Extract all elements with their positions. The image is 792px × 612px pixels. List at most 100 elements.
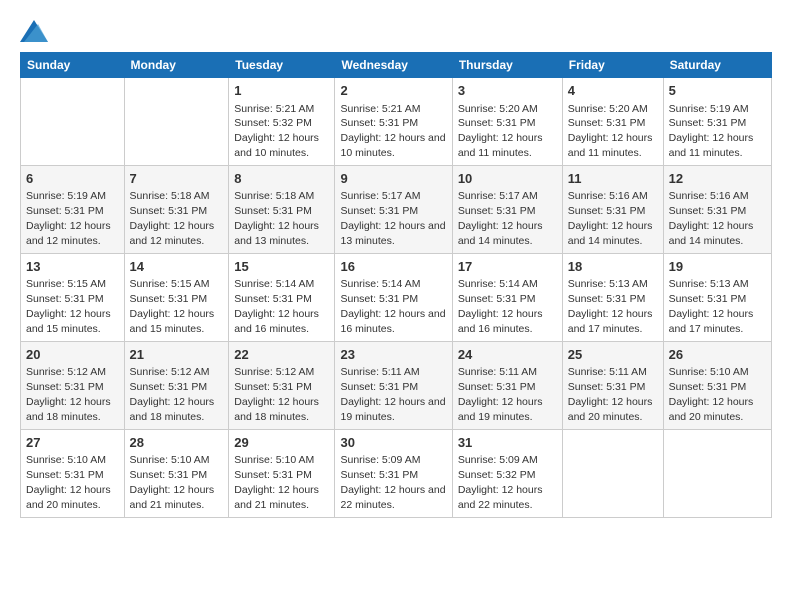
- day-number: 27: [26, 434, 119, 452]
- day-info: Sunrise: 5:21 AMSunset: 5:31 PMDaylight:…: [340, 103, 445, 160]
- calendar-day-cell: 7 Sunrise: 5:18 AMSunset: 5:31 PMDaylight…: [124, 165, 229, 253]
- calendar-day-cell: [21, 78, 125, 166]
- day-number: 17: [458, 258, 557, 276]
- calendar-day-cell: 31 Sunrise: 5:09 AMSunset: 5:32 PMDayligh…: [452, 429, 562, 517]
- day-number: 2: [340, 82, 446, 100]
- calendar-day-cell: [562, 429, 663, 517]
- day-number: 20: [26, 346, 119, 364]
- weekday-header: Thursday: [452, 53, 562, 78]
- day-info: Sunrise: 5:11 AMSunset: 5:31 PMDaylight:…: [458, 366, 543, 423]
- calendar-day-cell: 29 Sunrise: 5:10 AMSunset: 5:31 PMDayligh…: [229, 429, 335, 517]
- day-info: Sunrise: 5:16 AMSunset: 5:31 PMDaylight:…: [669, 190, 754, 247]
- day-number: 18: [568, 258, 658, 276]
- day-info: Sunrise: 5:12 AMSunset: 5:31 PMDaylight:…: [26, 366, 111, 423]
- day-info: Sunrise: 5:13 AMSunset: 5:31 PMDaylight:…: [669, 278, 754, 335]
- day-info: Sunrise: 5:10 AMSunset: 5:31 PMDaylight:…: [234, 454, 319, 511]
- calendar-week-row: 20 Sunrise: 5:12 AMSunset: 5:31 PMDayligh…: [21, 341, 772, 429]
- day-number: 1: [234, 82, 329, 100]
- weekday-header: Friday: [562, 53, 663, 78]
- day-number: 31: [458, 434, 557, 452]
- day-info: Sunrise: 5:21 AMSunset: 5:32 PMDaylight:…: [234, 103, 319, 160]
- day-info: Sunrise: 5:17 AMSunset: 5:31 PMDaylight:…: [340, 190, 445, 247]
- day-number: 12: [669, 170, 766, 188]
- calendar-day-cell: 26Sunrise: 5:10 AMSunset: 5:31 PMDayligh…: [663, 341, 771, 429]
- calendar-day-cell: 22 Sunrise: 5:12 AMSunset: 5:31 PMDayligh…: [229, 341, 335, 429]
- calendar-day-cell: 9 Sunrise: 5:17 AMSunset: 5:31 PMDaylight…: [335, 165, 452, 253]
- day-info: Sunrise: 5:11 AMSunset: 5:31 PMDaylight:…: [340, 366, 445, 423]
- calendar-day-cell: 21 Sunrise: 5:12 AMSunset: 5:31 PMDayligh…: [124, 341, 229, 429]
- day-number: 15: [234, 258, 329, 276]
- day-info: Sunrise: 5:19 AMSunset: 5:31 PMDaylight:…: [669, 103, 754, 160]
- day-info: Sunrise: 5:20 AMSunset: 5:31 PMDaylight:…: [458, 103, 543, 160]
- calendar-day-cell: 30 Sunrise: 5:09 AMSunset: 5:31 PMDayligh…: [335, 429, 452, 517]
- day-number: 6: [26, 170, 119, 188]
- day-info: Sunrise: 5:10 AMSunset: 5:31 PMDaylight:…: [26, 454, 111, 511]
- day-info: Sunrise: 5:14 AMSunset: 5:31 PMDaylight:…: [340, 278, 445, 335]
- day-number: 25: [568, 346, 658, 364]
- calendar-day-cell: 3 Sunrise: 5:20 AMSunset: 5:31 PMDaylight…: [452, 78, 562, 166]
- day-info: Sunrise: 5:19 AMSunset: 5:31 PMDaylight:…: [26, 190, 111, 247]
- day-number: 22: [234, 346, 329, 364]
- calendar-week-row: 13 Sunrise: 5:15 AMSunset: 5:31 PMDayligh…: [21, 253, 772, 341]
- calendar-day-cell: 11 Sunrise: 5:16 AMSunset: 5:31 PMDayligh…: [562, 165, 663, 253]
- weekday-header: Wednesday: [335, 53, 452, 78]
- calendar-day-cell: 18 Sunrise: 5:13 AMSunset: 5:31 PMDayligh…: [562, 253, 663, 341]
- day-info: Sunrise: 5:14 AMSunset: 5:31 PMDaylight:…: [234, 278, 319, 335]
- calendar-day-cell: 16 Sunrise: 5:14 AMSunset: 5:31 PMDayligh…: [335, 253, 452, 341]
- day-number: 30: [340, 434, 446, 452]
- calendar-week-row: 1 Sunrise: 5:21 AMSunset: 5:32 PMDaylight…: [21, 78, 772, 166]
- day-number: 29: [234, 434, 329, 452]
- day-info: Sunrise: 5:11 AMSunset: 5:31 PMDaylight:…: [568, 366, 653, 423]
- calendar-day-cell: 1 Sunrise: 5:21 AMSunset: 5:32 PMDaylight…: [229, 78, 335, 166]
- calendar-day-cell: 24 Sunrise: 5:11 AMSunset: 5:31 PMDayligh…: [452, 341, 562, 429]
- day-number: 9: [340, 170, 446, 188]
- day-number: 7: [130, 170, 224, 188]
- day-number: 16: [340, 258, 446, 276]
- calendar-day-cell: 15 Sunrise: 5:14 AMSunset: 5:31 PMDayligh…: [229, 253, 335, 341]
- day-number: 14: [130, 258, 224, 276]
- calendar-day-cell: 12 Sunrise: 5:16 AMSunset: 5:31 PMDayligh…: [663, 165, 771, 253]
- calendar-week-row: 27 Sunrise: 5:10 AMSunset: 5:31 PMDayligh…: [21, 429, 772, 517]
- day-info: Sunrise: 5:17 AMSunset: 5:31 PMDaylight:…: [458, 190, 543, 247]
- day-info: Sunrise: 5:18 AMSunset: 5:31 PMDaylight:…: [234, 190, 319, 247]
- day-number: 10: [458, 170, 557, 188]
- day-info: Sunrise: 5:10 AMSunset: 5:31 PMDaylight:…: [130, 454, 215, 511]
- day-info: Sunrise: 5:16 AMSunset: 5:31 PMDaylight:…: [568, 190, 653, 247]
- day-number: 21: [130, 346, 224, 364]
- day-number: 11: [568, 170, 658, 188]
- calendar-day-cell: 23 Sunrise: 5:11 AMSunset: 5:31 PMDayligh…: [335, 341, 452, 429]
- weekday-header: Monday: [124, 53, 229, 78]
- calendar-day-cell: 20 Sunrise: 5:12 AMSunset: 5:31 PMDayligh…: [21, 341, 125, 429]
- calendar-day-cell: 28 Sunrise: 5:10 AMSunset: 5:31 PMDayligh…: [124, 429, 229, 517]
- day-number: 13: [26, 258, 119, 276]
- day-info: Sunrise: 5:12 AMSunset: 5:31 PMDaylight:…: [130, 366, 215, 423]
- day-number: 24: [458, 346, 557, 364]
- calendar-week-row: 6 Sunrise: 5:19 AMSunset: 5:31 PMDaylight…: [21, 165, 772, 253]
- weekday-header: Tuesday: [229, 53, 335, 78]
- day-info: Sunrise: 5:18 AMSunset: 5:31 PMDaylight:…: [130, 190, 215, 247]
- day-number: 23: [340, 346, 446, 364]
- calendar-day-cell: 10 Sunrise: 5:17 AMSunset: 5:31 PMDayligh…: [452, 165, 562, 253]
- day-info: Sunrise: 5:13 AMSunset: 5:31 PMDaylight:…: [568, 278, 653, 335]
- calendar-day-cell: 5Sunrise: 5:19 AMSunset: 5:31 PMDaylight…: [663, 78, 771, 166]
- calendar-day-cell: 19 Sunrise: 5:13 AMSunset: 5:31 PMDayligh…: [663, 253, 771, 341]
- logo: [20, 20, 52, 42]
- day-info: Sunrise: 5:20 AMSunset: 5:31 PMDaylight:…: [568, 103, 653, 160]
- day-number: 28: [130, 434, 224, 452]
- calendar-table: SundayMondayTuesdayWednesdayThursdayFrid…: [20, 52, 772, 518]
- calendar-day-cell: 17Sunrise: 5:14 AMSunset: 5:31 PMDayligh…: [452, 253, 562, 341]
- logo-icon: [20, 20, 48, 42]
- calendar-day-cell: 6 Sunrise: 5:19 AMSunset: 5:31 PMDaylight…: [21, 165, 125, 253]
- day-number: 3: [458, 82, 557, 100]
- calendar-day-cell: [663, 429, 771, 517]
- calendar-day-cell: 27 Sunrise: 5:10 AMSunset: 5:31 PMDayligh…: [21, 429, 125, 517]
- day-number: 19: [669, 258, 766, 276]
- day-info: Sunrise: 5:09 AMSunset: 5:31 PMDaylight:…: [340, 454, 445, 511]
- day-info: Sunrise: 5:12 AMSunset: 5:31 PMDaylight:…: [234, 366, 319, 423]
- day-info: Sunrise: 5:15 AMSunset: 5:31 PMDaylight:…: [130, 278, 215, 335]
- day-info: Sunrise: 5:09 AMSunset: 5:32 PMDaylight:…: [458, 454, 543, 511]
- page-header: [20, 20, 772, 42]
- calendar-day-cell: 2 Sunrise: 5:21 AMSunset: 5:31 PMDaylight…: [335, 78, 452, 166]
- calendar-day-cell: 13Sunrise: 5:15 AMSunset: 5:31 PMDayligh…: [21, 253, 125, 341]
- day-info: Sunrise: 5:10 AMSunset: 5:31 PMDaylight:…: [669, 366, 754, 423]
